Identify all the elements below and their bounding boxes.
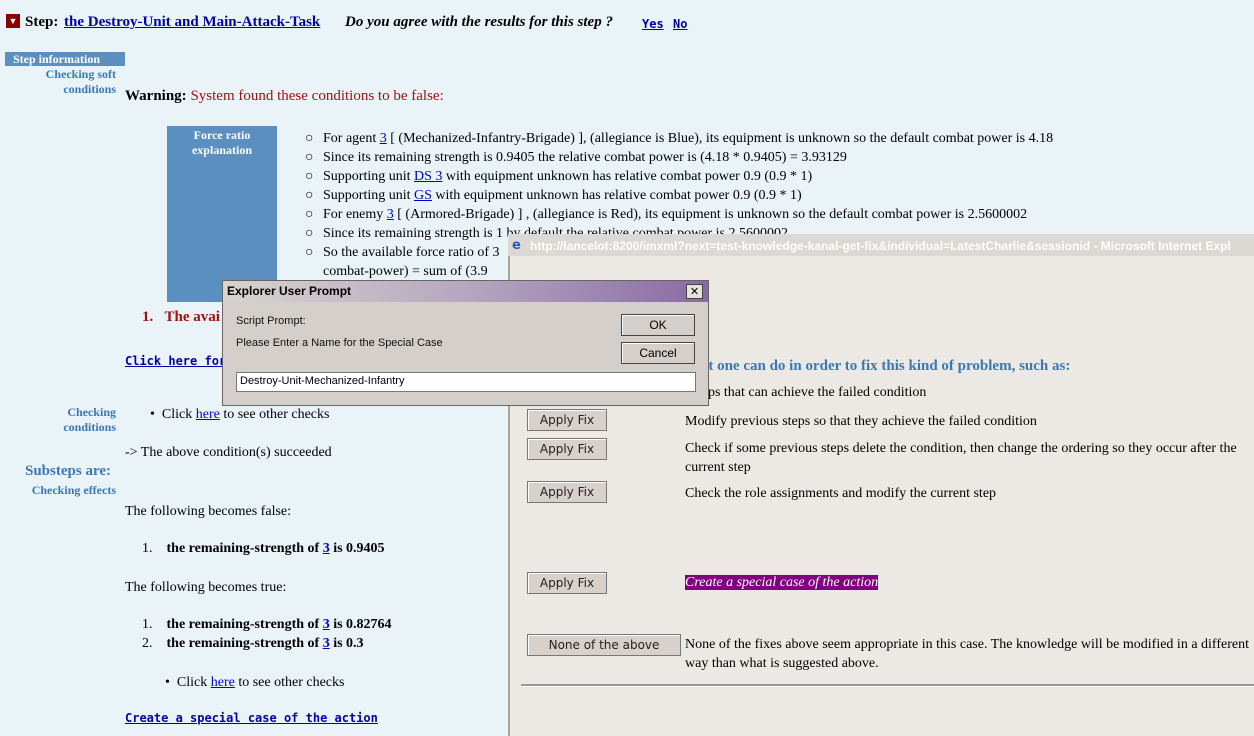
fix-description: Check the role assignments and modify th… — [685, 486, 997, 501]
close-icon[interactable]: ✕ — [686, 284, 703, 299]
special-case-name-input[interactable]: Destroy-Unit-Mechanized-Infantry — [236, 372, 696, 392]
none-of-the-above-button[interactable]: None of the above — [527, 634, 681, 656]
apply-fix-button[interactable]: Apply Fix — [527, 438, 607, 460]
force-ratio-bullet: ○ Supporting unit DS 3 with equipment unk… — [305, 169, 813, 184]
ok-button[interactable]: OK — [621, 314, 695, 336]
fix-description: None of the fixes above seem appropriate… — [685, 637, 1249, 671]
create-special-case-link[interactable]: Create a special case of the action — [125, 711, 378, 725]
force-ratio-bullet: ○ For agent 3 [ (Mechanized-Infantry-Brig… — [305, 131, 1054, 146]
force-ratio-bullet: ○ Since its remaining strength is 0.9405 … — [305, 150, 847, 165]
step-title-link[interactable]: the Destroy-Unit and Main-Attack-Task — [64, 14, 320, 31]
becomes-true-heading: The following becomes true: — [125, 580, 287, 595]
dialog-title[interactable]: Explorer User Prompt — [223, 281, 708, 302]
apply-fix-button[interactable]: Apply Fix — [527, 572, 607, 594]
ds3-link[interactable]: DS 3 — [414, 169, 442, 184]
cancel-button[interactable]: Cancel — [621, 342, 695, 364]
substeps-label: Substeps are: — [25, 463, 111, 479]
other-checks-line: • Click here to see other checks — [165, 675, 345, 690]
warning-line: Warning: System found these conditions t… — [125, 88, 444, 104]
browser-title: http://lancelot:8200/imxml?next=test-kno… — [530, 239, 1231, 253]
checking-effects-label: Checking effects — [31, 483, 116, 497]
checking-soft-conditions-label: Checking soft conditions — [45, 67, 116, 96]
collapse-toggle-icon[interactable]: ▼ — [6, 14, 20, 28]
special-case-highlight: Create a special case of the action — [685, 575, 879, 590]
effect-item: 1. the remaining-strength of 3 is 0.8276… — [142, 617, 392, 632]
no-link[interactable]: No — [673, 17, 687, 31]
failed-condition: 1. The avai — [142, 309, 220, 325]
yes-link[interactable]: Yes — [642, 17, 664, 31]
effect-item: 1. the remaining-strength of 3 is 0.9405 — [142, 541, 385, 556]
succeeded-text: -> The above condition(s) succeeded — [125, 445, 332, 460]
divider — [521, 684, 1254, 687]
unit-link[interactable]: 3 — [323, 541, 330, 556]
force-ratio-bullet: ○ Supporting unit GS with equipment unkno… — [305, 188, 802, 203]
step-information-header: Step information — [5, 52, 125, 66]
agent-link[interactable]: 3 — [380, 131, 387, 146]
enemy-link[interactable]: 3 — [387, 207, 394, 222]
script-prompt-label: Script Prompt: — [236, 315, 306, 327]
force-ratio-bullet: ○ For enemy 3 [ (Armored-Brigade) ] , (al… — [305, 207, 1028, 222]
other-checks-line: • Click here to see other checks — [150, 407, 330, 422]
checking-conditions-label: Checking conditions — [63, 405, 116, 434]
unit-link[interactable]: 3 — [323, 617, 330, 632]
fix-description: l steps that can achieve the failed cond… — [685, 385, 927, 400]
prompt-message: Please Enter a Name for the Special Case — [236, 337, 443, 349]
other-checks-link[interactable]: here — [196, 407, 220, 422]
becomes-false-heading: The following becomes false: — [125, 504, 292, 519]
apply-fix-button[interactable]: Apply Fix — [527, 409, 607, 431]
fix-description: Modify previous steps so that they achie… — [685, 414, 1037, 429]
gs-link[interactable]: GS — [414, 188, 432, 203]
force-ratio-box: Force ratio explanation — [167, 126, 277, 302]
apply-fix-button[interactable]: Apply Fix — [527, 481, 607, 503]
agree-question: Do you agree with the results for this s… — [345, 14, 613, 30]
fix-heading: nt one can do in order to fix this kind … — [700, 358, 1071, 374]
unit-link[interactable]: 3 — [323, 636, 330, 651]
fix-description: Check if some previous steps delete the … — [685, 441, 1237, 475]
step-label: Step: — [25, 14, 59, 30]
force-ratio-continuation: combat-power) = sum of (3.9 — [323, 264, 488, 279]
force-ratio-bullet: ○ So the available force ratio of 3 — [305, 245, 500, 260]
force-ratio-label: Force ratio explanation — [191, 128, 252, 157]
other-checks-link[interactable]: here — [211, 675, 235, 690]
fix-description: Create a special case of the action — [685, 573, 879, 592]
internet-explorer-icon: e — [512, 238, 521, 253]
effect-item: 2. the remaining-strength of 3 is 0.3 — [142, 636, 364, 651]
